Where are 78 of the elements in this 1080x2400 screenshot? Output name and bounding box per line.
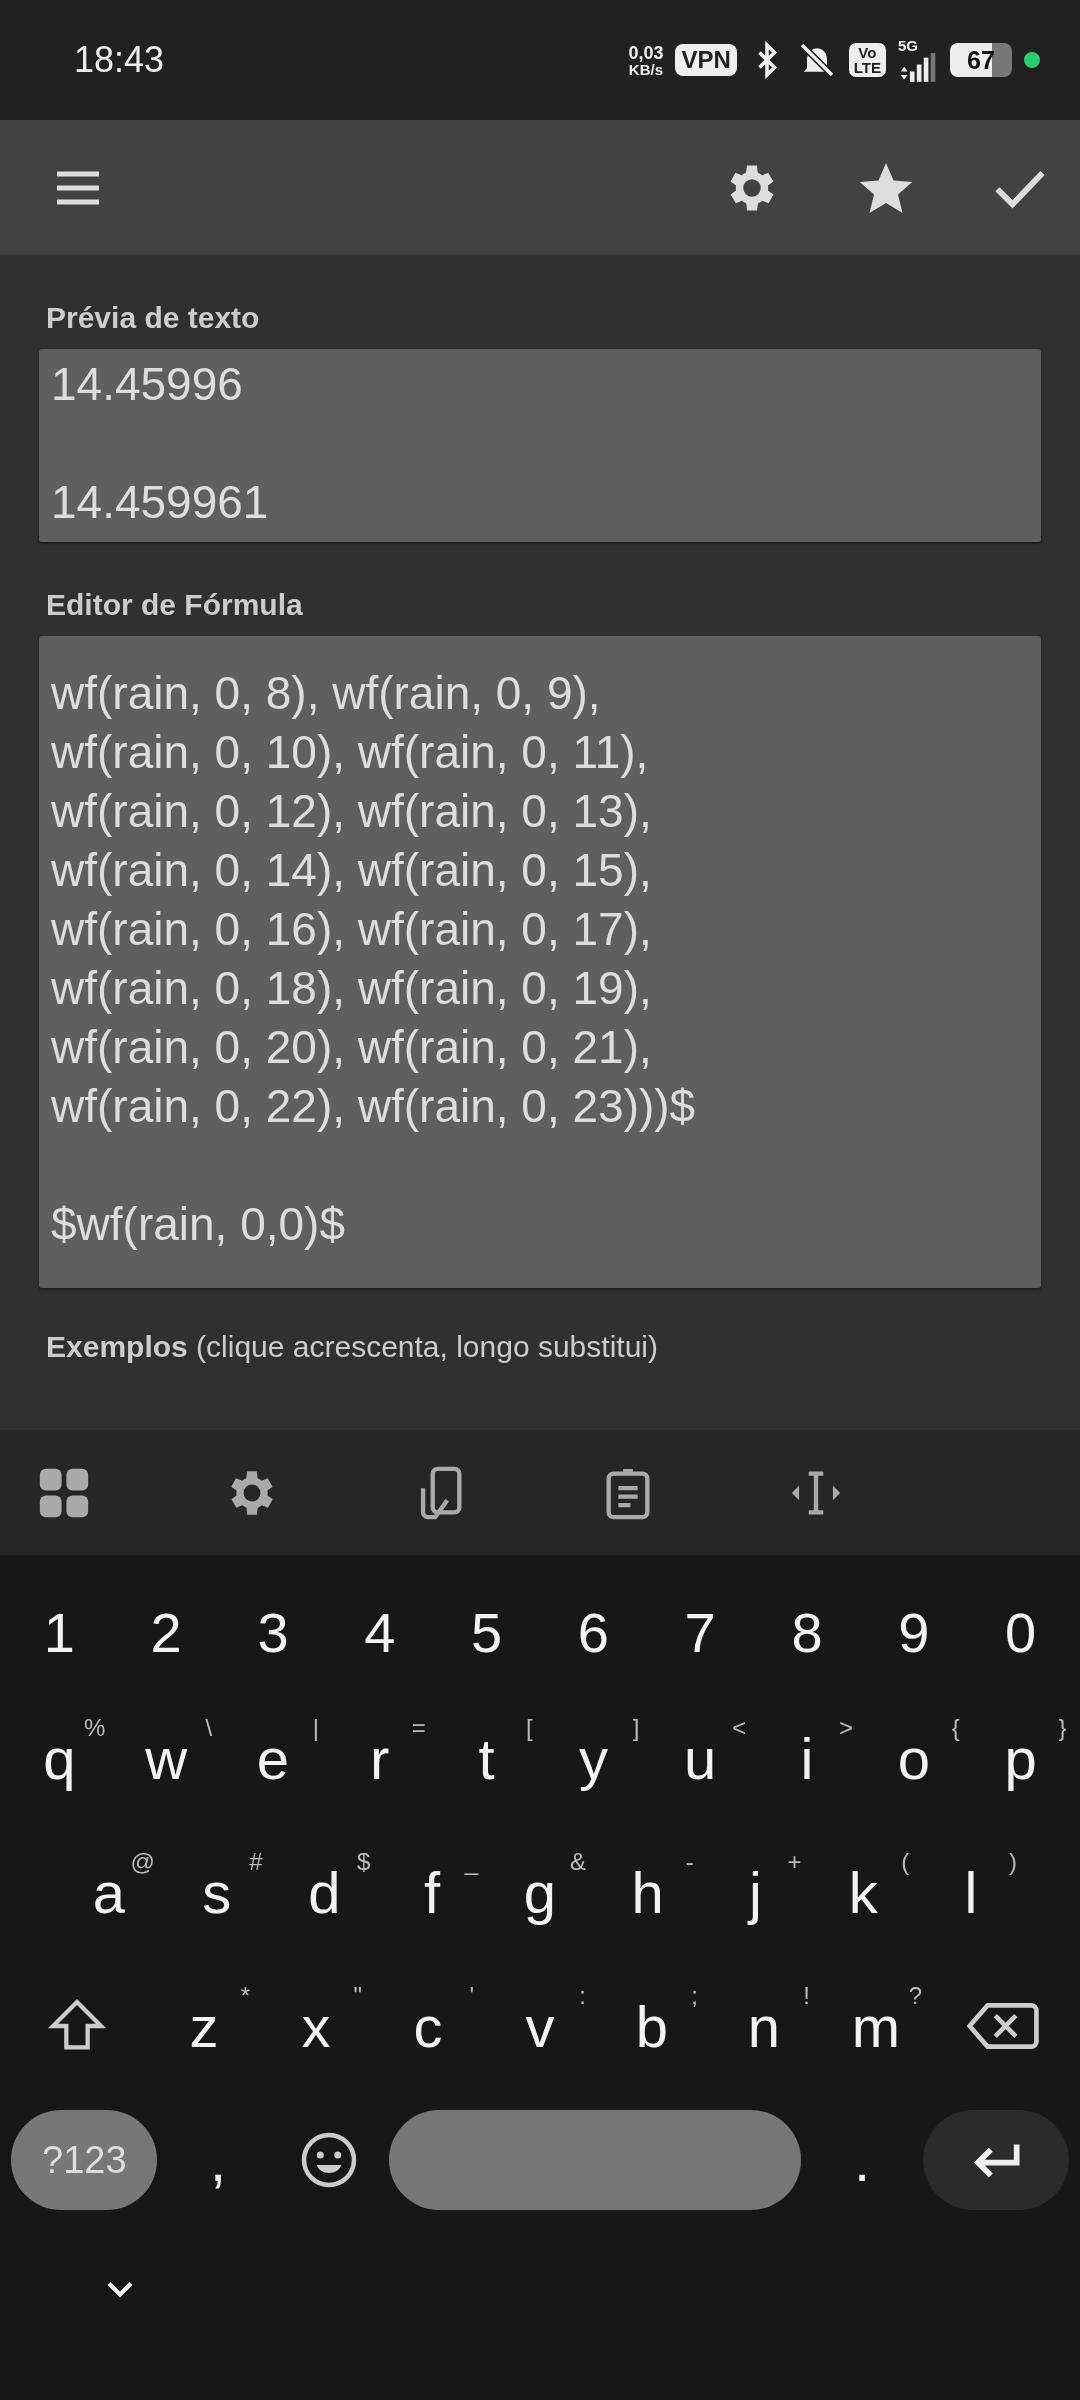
formula-editor[interactable]: wf(rain, 0, 8), wf(rain, 0, 9), wf(rain, 0, 10), wf(rain, 0, 11), wf(rain, 0, 12), wf(rain, 0, 13), wf(rain, 0, 14), wf(rain, 0, 15), wf(rain, 0, 16), wf(rain, 0, 17), wf(rain, 0, 18), wf(rain, 0, 19), wf(rain, 0, 20), wf(rain, 0, 21), wf(rain, 0, 22), wf(rain, 0, 23)))$ $wf(rain, 0,0)$ [39, 636, 1041, 1288]
key-label[interactable]: 2 [150, 1599, 182, 1665]
clock: 18:43 [74, 39, 165, 81]
key-label[interactable]: . [853, 2126, 870, 2194]
speed-unit: KB/s [628, 61, 663, 77]
key-label[interactable]: r [370, 1724, 390, 1792]
key-label[interactable]: y [578, 1724, 608, 1792]
key-hint: ! [803, 1982, 810, 2010]
key-label[interactable]: 5 [471, 1599, 503, 1665]
key-hint: ( [901, 1848, 910, 1876]
key-label[interactable]: l [964, 1858, 978, 1926]
key-hint: > [838, 1714, 853, 1742]
section-label: Prévia de texto [45, 300, 261, 336]
vpn-badge: VPN [675, 44, 737, 76]
key-label[interactable]: u [684, 1724, 717, 1792]
key-label[interactable]: c [413, 1992, 443, 2060]
key-hint: " [353, 1982, 362, 2010]
key-label[interactable]: t [478, 1724, 495, 1792]
key-label[interactable]: v [525, 1992, 555, 2060]
key-hint: & [569, 1848, 586, 1876]
key-hint: ] [632, 1714, 640, 1742]
key-hint: % [84, 1714, 106, 1742]
key-hint: - [685, 1848, 694, 1876]
key-hint: < [732, 1714, 747, 1742]
network-type: 5G [898, 37, 918, 53]
key-label[interactable]: 4 [364, 1599, 396, 1665]
key-label[interactable]: 8 [791, 1599, 823, 1665]
volte-badge: Vo LTE [848, 43, 886, 77]
key-label[interactable]: f [424, 1858, 441, 1926]
key-hint: \ [205, 1714, 213, 1742]
key-hint: } [1058, 1714, 1067, 1742]
key-hint: [ [525, 1714, 533, 1742]
key-hint: ; [691, 1982, 698, 2010]
preview-text: 14.45996 14.459961 [39, 349, 1041, 542]
key-label[interactable]: k [848, 1858, 878, 1926]
key-hint: ' [469, 1982, 474, 2010]
key-label[interactable]: 9 [898, 1599, 930, 1665]
examples-hint: Exemplos (clique acrescenta, longo substitui) [45, 1329, 659, 1365]
key-label[interactable]: 3 [257, 1599, 289, 1665]
key-label[interactable]: j [749, 1858, 762, 1926]
key-label[interactable]: 6 [577, 1599, 609, 1665]
key-label[interactable]: w [145, 1724, 188, 1792]
key-hint: _ [464, 1848, 479, 1876]
key-label[interactable]: n [747, 1992, 781, 2060]
key-hint: { [951, 1714, 960, 1742]
key-label[interactable]: e [256, 1724, 290, 1792]
key-label[interactable]: q [43, 1724, 76, 1792]
key-label[interactable]: s [202, 1858, 232, 1926]
key-hint: | [312, 1714, 319, 1742]
key-label[interactable]: a [92, 1858, 125, 1926]
key-label[interactable]: d [308, 1858, 341, 1926]
key-hint: @ [130, 1848, 155, 1876]
signal-icon [898, 52, 938, 83]
key-hint: ? [908, 1982, 922, 2010]
key-label[interactable]: o [897, 1724, 930, 1792]
key-hint: : [579, 1982, 586, 2010]
section-label: Editor de Fórmula [45, 587, 304, 623]
privacy-dot [1024, 52, 1040, 68]
key-label[interactable]: b [635, 1992, 669, 2060]
key-label[interactable]: m [851, 1992, 901, 2060]
key-label[interactable]: x [301, 1992, 331, 2060]
key-hint: $ [357, 1848, 371, 1876]
key-hint: = [411, 1714, 426, 1742]
key-hint: ) [1009, 1848, 1017, 1876]
network-speed: 0,03 [628, 43, 664, 62]
key-label[interactable]: p [1004, 1724, 1037, 1792]
key-label[interactable]: i [800, 1724, 814, 1792]
key-hint: + [787, 1848, 802, 1876]
key-label[interactable]: h [631, 1858, 664, 1926]
battery-indicator: 67 [950, 43, 1012, 77]
key-label[interactable]: 7 [684, 1599, 716, 1665]
key-label[interactable]: 0 [1005, 1599, 1037, 1665]
key-label[interactable]: g [523, 1858, 557, 1926]
key-label[interactable]: z [189, 1992, 219, 2060]
key-label[interactable]: , [209, 2126, 227, 2194]
key-hint: # [249, 1848, 263, 1876]
key-hint: * [240, 1982, 250, 2010]
key-label[interactable]: 1 [43, 1599, 75, 1665]
